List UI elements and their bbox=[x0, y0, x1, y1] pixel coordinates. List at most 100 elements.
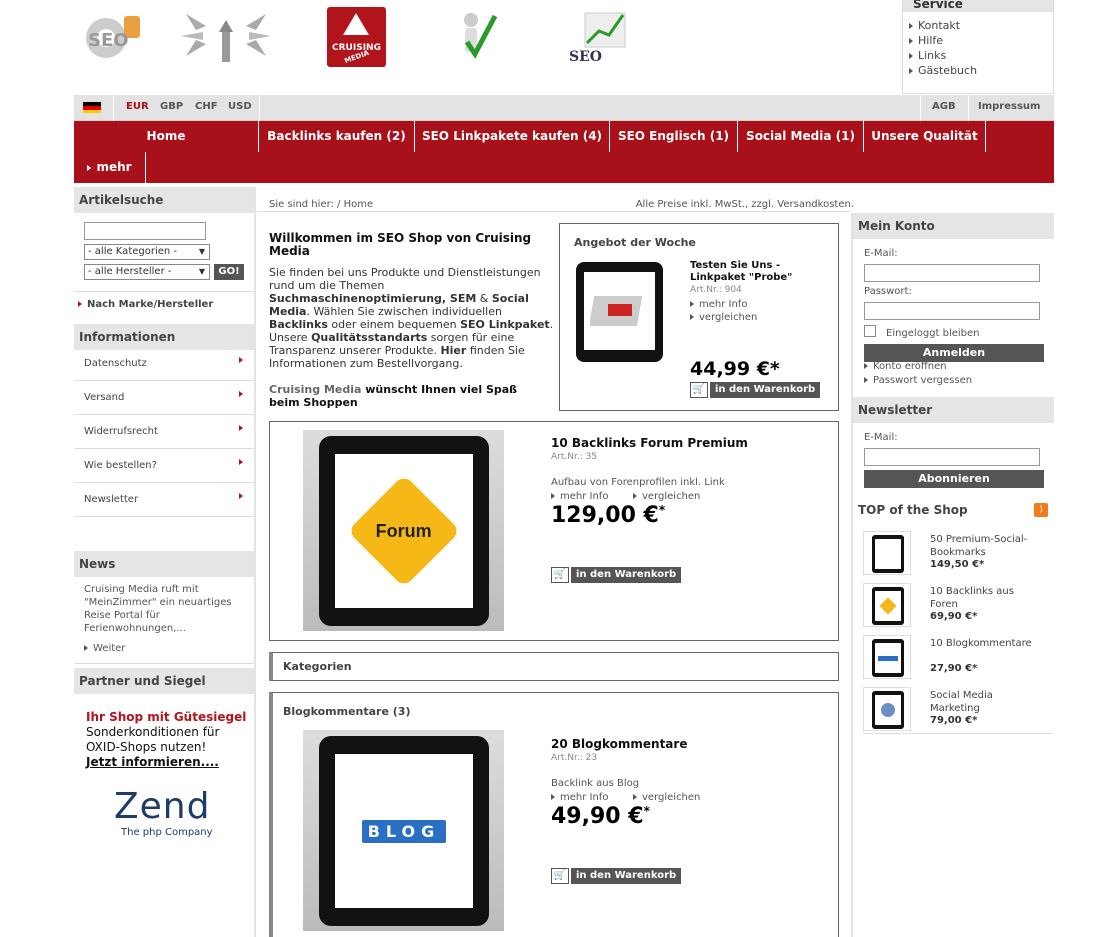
service-link-kontakt[interactable]: Kontakt bbox=[909, 18, 1053, 33]
arrow-icon bbox=[87, 164, 92, 171]
partner-link[interactable]: Jetzt informieren.... bbox=[86, 755, 219, 769]
newsletter-email-field[interactable] bbox=[864, 448, 1040, 466]
product2-name[interactable]: 20 Blogkommentare bbox=[551, 737, 687, 751]
zend-logo-text: Zend bbox=[114, 786, 211, 827]
zend-logo[interactable]: Zend The php Company bbox=[114, 786, 214, 839]
nav-more[interactable]: mehr bbox=[74, 152, 146, 183]
product2-add-to-cart[interactable]: 🛒 in den Warenkorb bbox=[551, 868, 682, 884]
product1-compare[interactable]: vergleichen bbox=[633, 491, 700, 502]
password-field[interactable] bbox=[864, 302, 1040, 320]
info-datenschutz[interactable]: Datenschutz bbox=[74, 347, 254, 381]
converging-arrows-icon bbox=[181, 14, 271, 62]
product2-more-info[interactable]: mehr Info bbox=[551, 792, 608, 803]
remember-checkbox[interactable] bbox=[864, 325, 876, 337]
currency-chf[interactable]: CHF bbox=[195, 101, 218, 112]
arrow-icon bbox=[909, 38, 913, 44]
impressum-link[interactable]: Impressum bbox=[978, 101, 1040, 112]
agb-link[interactable]: AGB bbox=[932, 101, 956, 112]
arrow-icon bbox=[239, 459, 243, 465]
product2-image[interactable]: BLOG bbox=[303, 730, 504, 931]
blog-section-title[interactable]: Blogkommentare (3) bbox=[283, 705, 410, 718]
product2-price: 49,90 €* bbox=[551, 804, 650, 829]
blog-cubes-icon bbox=[878, 655, 898, 661]
checkmark-logo[interactable] bbox=[440, 4, 510, 68]
seo-chart-logo[interactable]: SEO bbox=[565, 4, 645, 68]
arrow-icon bbox=[690, 314, 694, 320]
arrow-icon bbox=[239, 357, 243, 363]
nav-home[interactable]: Home bbox=[74, 121, 259, 152]
news-more-link[interactable]: Weiter bbox=[84, 643, 125, 654]
account-title: Mein Konto bbox=[853, 213, 1054, 239]
seo-text: SEO bbox=[569, 49, 602, 65]
german-flag-icon[interactable] bbox=[83, 102, 101, 113]
arrow-icon bbox=[84, 645, 88, 651]
nav-backlinks[interactable]: Backlinks kaufen (2) bbox=[259, 121, 415, 152]
offer-compare[interactable]: vergleichen bbox=[690, 312, 757, 323]
product1-add-to-cart[interactable]: 🛒 in den Warenkorb bbox=[551, 567, 682, 583]
offer-add-to-cart[interactable]: 🛒 in den Warenkorb bbox=[690, 382, 821, 398]
arrow-icon bbox=[551, 794, 555, 800]
offer-box: Angebot der Woche Testen Sie Uns - Linkp… bbox=[559, 223, 839, 411]
service-link-hilfe[interactable]: Hilfe bbox=[909, 33, 1053, 48]
nav-social-media[interactable]: Social Media (1) bbox=[738, 121, 864, 152]
left-sidebar: Artikelsuche - alle Kategorien - ▼ - alle… bbox=[74, 187, 254, 838]
info-widerrufsrecht[interactable]: Widerrufsrecht bbox=[74, 415, 254, 449]
top-item[interactable]: Social Media Marketing 79,00 €* bbox=[863, 687, 1053, 733]
brand-link[interactable]: Nach Marke/Hersteller bbox=[78, 299, 213, 310]
categories-title: Kategorien bbox=[283, 660, 352, 673]
arrow-icon bbox=[633, 493, 637, 499]
currency-bar: EUR GBP CHF USD AGB Impressum bbox=[74, 95, 1054, 121]
product1-image[interactable]: Forum bbox=[303, 430, 504, 631]
product1-more-info[interactable]: mehr Info bbox=[551, 491, 608, 502]
open-account-link[interactable]: Konto eröffnen bbox=[864, 361, 947, 372]
top-item[interactable]: 10 Blogkommentare 27,90 €* bbox=[863, 635, 1053, 681]
offer-name[interactable]: Testen Sie Uns - Linkpaket "Probe" bbox=[690, 260, 800, 284]
check-figure-icon bbox=[464, 13, 498, 59]
nav-seo-englisch[interactable]: SEO Englisch (1) bbox=[610, 121, 738, 152]
product1-name[interactable]: 10 Backlinks Forum Premium bbox=[551, 436, 748, 450]
top-item[interactable]: 10 Backlinks aus Foren 69,90 €* bbox=[863, 583, 1053, 629]
categories-box[interactable]: Kategorien bbox=[269, 652, 839, 681]
news-text: Cruising Media ruft mit "MeinZimmer" ein… bbox=[84, 584, 232, 634]
rss-icon[interactable]: ) bbox=[1034, 503, 1048, 517]
info-newsletter[interactable]: Newsletter bbox=[74, 483, 254, 517]
currency-eur[interactable]: EUR bbox=[126, 101, 149, 112]
info-versand[interactable]: Versand bbox=[74, 381, 254, 415]
subscribe-button[interactable]: Abonnieren bbox=[864, 470, 1044, 488]
arrow-icon bbox=[909, 53, 913, 59]
remember-label: Eingeloggt bleiben bbox=[886, 328, 980, 339]
dropdown-arrow-icon: ▼ bbox=[198, 267, 205, 276]
partner-text: Sonderkonditionen für OXID-Shops nutzen! bbox=[86, 725, 220, 754]
currency-gbp[interactable]: GBP bbox=[160, 101, 183, 112]
top-item[interactable]: 50 Premium-Social-Bookmarks 149,50 €* bbox=[863, 531, 1053, 577]
offer-price: 44,99 €* bbox=[690, 358, 780, 380]
service-link-gaestebuch[interactable]: Gästebuch bbox=[909, 63, 1053, 78]
offer-more-info[interactable]: mehr Info bbox=[690, 299, 747, 310]
arrow-icon bbox=[909, 23, 913, 29]
arrows-logo[interactable] bbox=[181, 4, 271, 68]
service-link-links[interactable]: Links bbox=[909, 48, 1053, 63]
top-item-thumbnail bbox=[863, 531, 911, 575]
dropdown-arrow-icon: ▼ bbox=[198, 247, 205, 256]
manufacturer-select[interactable]: - alle Hersteller - ▼ bbox=[84, 264, 210, 280]
email-field[interactable] bbox=[864, 264, 1040, 282]
seo-gear-logo[interactable]: SEO bbox=[76, 4, 146, 68]
top-item-thumbnail bbox=[863, 687, 911, 731]
currency-usd[interactable]: USD bbox=[228, 101, 252, 112]
offer-product-image[interactable] bbox=[576, 262, 663, 362]
nav-seo-linkpakete[interactable]: SEO Linkpakete kaufen (4) bbox=[415, 121, 610, 152]
product2-compare[interactable]: vergleichen bbox=[633, 792, 700, 803]
arrow-icon bbox=[551, 493, 555, 499]
forgot-password-link[interactable]: Passwort vergessen bbox=[864, 375, 972, 386]
cruising-media-logo[interactable]: CRUISING MEDIA bbox=[327, 7, 386, 67]
category-select[interactable]: - alle Kategorien - ▼ bbox=[84, 244, 210, 260]
nav-qualitaet[interactable]: Unsere Qualität bbox=[864, 121, 986, 152]
search-go-button[interactable]: GO! bbox=[214, 264, 244, 280]
info-wie-bestellen[interactable]: Wie bestellen? bbox=[74, 449, 254, 483]
search-input[interactable] bbox=[84, 222, 206, 240]
news-title: News bbox=[74, 551, 254, 577]
product1-desc: Aufbau von Forenprofilen inkl. Link bbox=[551, 477, 725, 488]
seo-gear-icon: SEO bbox=[86, 16, 140, 58]
product2-desc: Backlink aus Blog bbox=[551, 778, 640, 789]
login-button[interactable]: Anmelden bbox=[864, 344, 1044, 362]
